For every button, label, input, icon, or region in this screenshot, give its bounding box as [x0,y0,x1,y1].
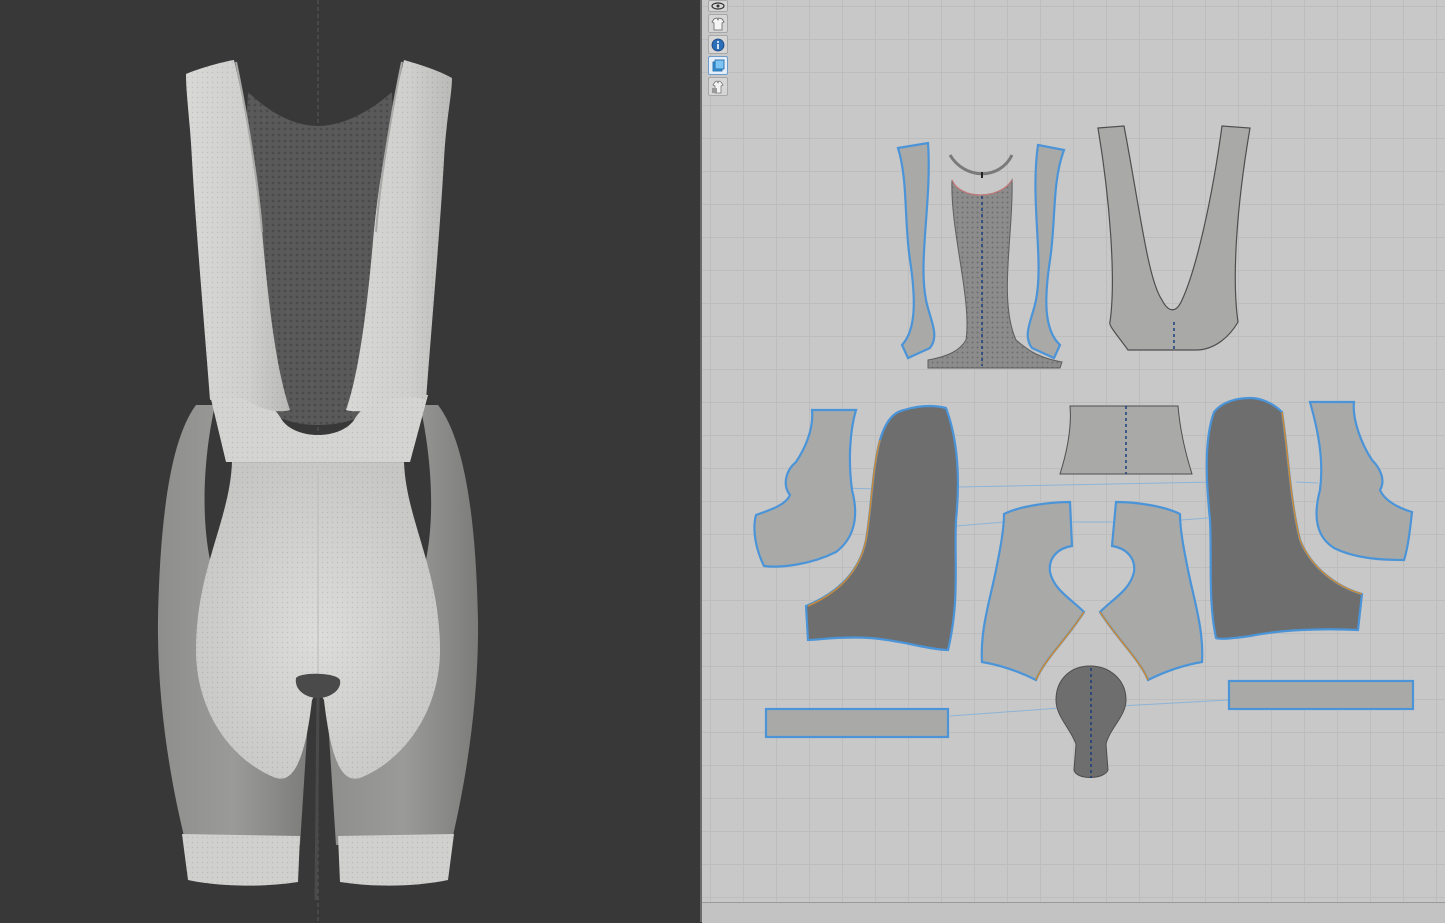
pattern-strap-left[interactable] [896,141,936,360]
texture-button[interactable] [708,56,728,75]
info-icon [711,38,725,52]
pattern-side-panel-right[interactable] [1308,400,1414,562]
pattern-inner-leg-right[interactable] [1098,500,1204,682]
garment-button[interactable] [708,14,728,33]
gripper-left-texture [182,834,300,886]
pattern-waist-band[interactable] [1059,405,1193,475]
pattern-inner-leg-left[interactable] [980,500,1086,682]
lock-garment-button[interactable] [708,77,728,96]
pattern-chamois-pad[interactable] [1055,665,1127,778]
texture-icon [711,59,725,73]
pattern-collar-binding[interactable] [948,154,1014,178]
pattern-side-panel-left[interactable] [753,408,858,568]
pattern-strap-right[interactable] [1026,143,1066,360]
view-mode-icon [711,2,725,10]
3d-viewport[interactable] [0,0,700,922]
info-button[interactable] [708,35,728,54]
inseam-gap [314,694,320,901]
garment-icon [711,17,725,31]
pattern-leg-gripper-right[interactable] [1227,679,1415,711]
2d-view-toolbar [708,0,730,96]
2d-pattern-viewport[interactable] [702,0,1445,922]
2d-pattern-canvas[interactable] [702,0,1445,922]
pattern-leg-gripper-left[interactable] [764,707,950,739]
pattern-bib-yoke[interactable] [1097,125,1251,352]
2d-status-strip [702,902,1445,923]
lock-garment-icon [711,79,725,94]
gripper-right-texture [338,834,454,886]
bib-shorts-3d-model[interactable] [157,60,479,901]
view-mode-button[interactable] [708,0,728,12]
3d-garment-canvas[interactable] [0,0,700,922]
